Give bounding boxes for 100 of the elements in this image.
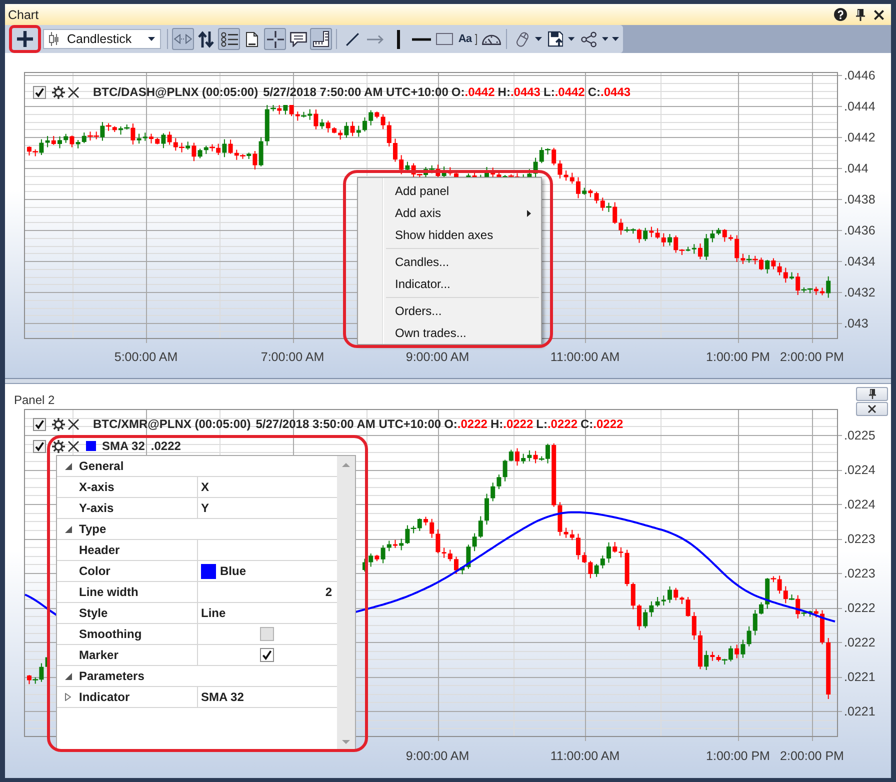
property-value[interactable]: Line <box>201 604 226 622</box>
x-axis-label: 1:00:00 PM <box>706 350 770 364</box>
up-down-arrows-icon <box>198 30 214 48</box>
y-axis-label: .0225 <box>844 428 876 442</box>
visibility-checkbox[interactable] <box>33 86 46 98</box>
settings-icon[interactable] <box>52 86 65 98</box>
menu-item[interactable]: Show hidden axes <box>358 224 541 246</box>
ruler-icon <box>313 31 329 47</box>
triangle-icon[interactable] <box>65 693 71 701</box>
close-icon[interactable] <box>68 86 79 98</box>
close-button[interactable] <box>856 402 888 416</box>
close-icon[interactable] <box>68 440 79 452</box>
menu-item[interactable]: Candles... <box>358 251 541 273</box>
ohlc-label: H: <box>498 84 510 101</box>
text-tool-button[interactable]: Aa <box>456 28 479 50</box>
category-label[interactable]: Parameters <box>79 666 144 686</box>
property-name: Smoothing <box>79 624 198 644</box>
x-axis-label: 2:00:00 PM <box>780 749 844 763</box>
rectangle-icon <box>436 33 452 45</box>
series-name: SMA 32 <box>102 438 145 455</box>
ohlc-label: O: <box>451 84 465 101</box>
close-icon[interactable] <box>68 418 79 430</box>
property-value[interactable]: 2 <box>325 583 332 601</box>
crosshair-icon <box>266 30 284 48</box>
y-axis-label: .0224 <box>844 463 876 477</box>
document-icon <box>246 32 258 46</box>
ohlc-label: L: <box>543 84 555 101</box>
property-value[interactable]: X <box>201 478 210 496</box>
visibility-checkbox[interactable] <box>33 440 46 452</box>
legend-button[interactable] <box>218 28 240 50</box>
y-axis-label: .0222 <box>844 601 876 615</box>
caret-icon <box>148 37 155 41</box>
y-axis-label: .0446 <box>844 68 876 82</box>
y-axis-label: .0221 <box>844 704 876 718</box>
category-label[interactable]: Type <box>79 519 106 539</box>
horizontal-line-icon <box>412 38 430 40</box>
panel-title: Panel 2 <box>14 394 55 407</box>
menu-item[interactable]: Add axis <box>358 202 541 224</box>
series-value: .0222 <box>150 438 181 455</box>
x-axis-label: 11:00:00 AM <box>550 350 620 364</box>
pin-icon <box>868 389 876 399</box>
window-title: Chart <box>8 8 39 22</box>
help-icon[interactable] <box>834 8 847 21</box>
chart-type-dropdown[interactable]: Candlestick <box>43 29 161 49</box>
caret-icon <box>535 37 542 41</box>
property-value[interactable]: Y <box>201 499 210 517</box>
speech-bubble-icon <box>290 32 306 46</box>
property-value[interactable]: SMA 32 <box>201 688 244 706</box>
x-axis-label: 5:00:00 AM <box>114 350 178 364</box>
triangle-icon[interactable] <box>64 672 72 680</box>
property-name: Marker <box>79 645 198 665</box>
settings-icon[interactable] <box>52 418 65 430</box>
menu-item[interactable]: Add panel <box>358 180 541 202</box>
checkbox[interactable] <box>260 627 274 641</box>
y-axis-label: .0223 <box>844 566 876 580</box>
close-icon[interactable] <box>874 10 884 20</box>
share-icon <box>581 30 597 48</box>
y-axis-label: .0221 <box>844 670 876 684</box>
menu-item[interactable]: Own trades... <box>358 322 541 344</box>
property-value[interactable]: Blue <box>220 562 246 580</box>
plus-icon <box>17 31 33 47</box>
ruler-button[interactable] <box>310 28 332 50</box>
pin-button[interactable] <box>856 387 888 401</box>
x-axis-label: 2:00:00 PM <box>780 350 844 364</box>
y-axis-label: .0434 <box>844 254 876 268</box>
left-right-arrows-icon <box>174 34 192 44</box>
x-axis-label: 7:00:00 AM <box>260 350 324 364</box>
list-icon <box>220 32 238 46</box>
ohlc-value: .0442 <box>464 84 495 101</box>
y-axis-label: .0438 <box>844 192 876 206</box>
y-axis-label: .0223 <box>844 532 876 546</box>
candlestick-icon <box>49 32 59 46</box>
crosshair-button[interactable] <box>264 28 286 50</box>
ohlc-value: .0442 <box>554 84 585 101</box>
property-name: Indicator <box>79 687 198 707</box>
category-label[interactable]: General <box>79 456 124 476</box>
y-axis-label: .043 <box>844 316 868 330</box>
y-axis-label: .0442 <box>844 130 876 144</box>
x-axis-label: 9:00:00 AM <box>406 749 470 763</box>
property-name: Color <box>79 561 198 581</box>
triangle-icon[interactable] <box>64 526 72 532</box>
triangle-icon[interactable] <box>64 462 72 470</box>
property-name: X-axis <box>79 477 198 497</box>
y-axis-label: .0224 <box>844 498 876 512</box>
menu-item[interactable]: Indicator... <box>358 273 541 295</box>
visibility-checkbox[interactable] <box>33 418 46 430</box>
menu-item[interactable]: Orders... <box>358 300 541 322</box>
ohlc-label: H: <box>490 416 504 433</box>
property-name: Y-axis <box>79 498 198 518</box>
diagonal-line-icon <box>346 32 358 46</box>
series-name: BTC/XMR@PLNX (00:05:00) <box>93 416 251 433</box>
settings-icon[interactable] <box>52 440 65 452</box>
mouse-icon <box>515 30 530 48</box>
checkbox[interactable] <box>260 648 274 662</box>
right-arrow-icon <box>366 34 384 44</box>
y-axis-label: .0436 <box>844 224 876 238</box>
property-name: Header <box>79 540 198 560</box>
pin-icon[interactable] <box>856 8 865 20</box>
caret-icon <box>568 37 575 41</box>
x-axis-label: 9:00:00 AM <box>406 350 470 364</box>
